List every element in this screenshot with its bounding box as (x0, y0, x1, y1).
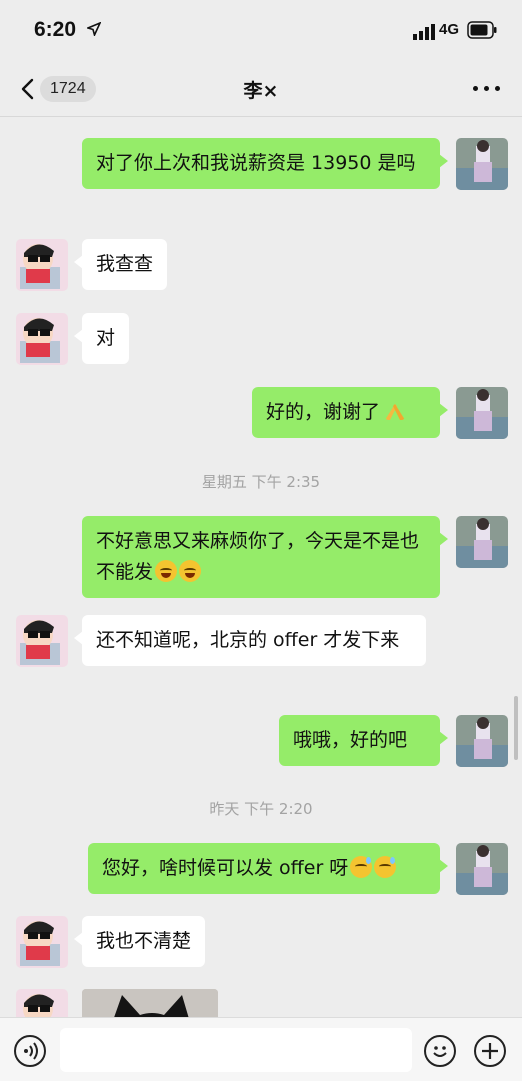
my-message-bubble[interactable]: 您好，啥时候可以发 offer 呀 (88, 843, 448, 894)
chat-nav-bar: 1724 李× (0, 62, 522, 117)
chat-timestamp: 昨天 下午 2:20 (209, 800, 313, 818)
contact-avatar[interactable] (16, 615, 68, 667)
my-message-bubble[interactable]: 哦哦，好的吧 (279, 715, 448, 766)
more-options-button[interactable] (470, 78, 504, 98)
message-text: 还不知道呢，北京的 offer 才发下来 (96, 629, 400, 651)
message-text: 对了你上次和我说薪资是 13950 是吗 (96, 152, 416, 174)
emoji-button[interactable] (424, 1035, 456, 1067)
my-message-bubble[interactable]: 对了你上次和我说薪资是 13950 是吗 (82, 138, 448, 189)
my-message-bubble[interactable]: 好的，谢谢了 (252, 387, 448, 438)
laughing-crying-emoji-icon (155, 560, 178, 582)
smiley-icon (433, 1046, 447, 1057)
battery-icon (467, 21, 497, 39)
dot-icon (473, 86, 478, 91)
status-time: 6:20 (34, 18, 77, 41)
contact-message-bubble[interactable]: 我也不清楚 (73, 916, 206, 967)
contact-avatar[interactable] (16, 313, 68, 365)
my-message-bubble[interactable]: 不好意思又来麻烦你了，今天是不是也不能发 (82, 516, 448, 598)
my-avatar[interactable] (456, 516, 508, 568)
contact-avatar[interactable] (16, 239, 68, 291)
dot-icon (495, 86, 500, 91)
voice-icon (24, 1042, 38, 1060)
my-avatar[interactable] (456, 387, 508, 439)
network-type: 4G (439, 21, 460, 38)
voice-input-button[interactable] (14, 1035, 46, 1067)
scrollbar[interactable] (514, 696, 518, 760)
message-text: 您好，啥时候可以发 offer 呀 (102, 857, 349, 879)
message-text-input[interactable] (60, 1028, 412, 1072)
dot-icon (484, 86, 489, 91)
signal-icon (413, 24, 435, 40)
my-avatar[interactable] (456, 715, 508, 767)
chat-timestamp: 星期五 下午 2:35 (201, 473, 321, 491)
message-text: 不好意思又来麻烦你了，今天是不是也不能发 (96, 530, 420, 583)
message-list[interactable]: 对了你上次和我说薪资是 13950 是吗 我查查 对 好的，谢谢了 星期五 下午… (0, 117, 522, 1041)
message-text: 我也不清楚 (96, 930, 192, 952)
pray-emoji-icon (385, 404, 406, 420)
sweat-smile-emoji-icon (374, 856, 397, 878)
location-arrow-icon (87, 22, 101, 36)
sweat-smile-emoji-icon (350, 856, 373, 878)
contact-avatar[interactable] (16, 916, 68, 968)
contact-message-bubble[interactable]: 还不知道呢，北京的 offer 才发下来 (74, 615, 426, 666)
message-text: 好的，谢谢了 (266, 401, 381, 423)
contact-message-bubble[interactable]: 我查查 (73, 239, 168, 290)
message-text: 对 (96, 327, 116, 349)
status-bar: 6:20 4G (0, 0, 522, 62)
laughing-crying-emoji-icon (179, 560, 202, 582)
more-functions-button[interactable] (474, 1035, 506, 1067)
plus-icon (482, 1043, 498, 1059)
my-avatar[interactable] (456, 138, 508, 190)
message-text: 哦哦，好的吧 (293, 729, 408, 751)
contact-message-bubble[interactable]: 对 (73, 313, 130, 364)
message-input-bar (0, 1017, 522, 1081)
chat-title: 李× (243, 80, 279, 102)
message-text: 我查查 (96, 253, 154, 275)
my-avatar[interactable] (456, 843, 508, 895)
